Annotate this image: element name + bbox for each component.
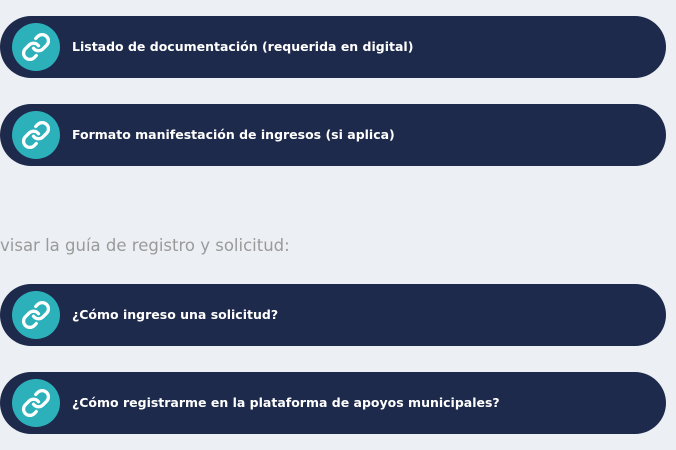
link-icon [12, 291, 60, 339]
link-label: ¿Cómo registrarme en la plataforma de ap… [72, 395, 500, 410]
link-como-registrarme[interactable]: ¿Cómo registrarme en la plataforma de ap… [0, 372, 666, 434]
link-listado-documentacion[interactable]: Listado de documentación (requerida en d… [0, 16, 666, 78]
link-label: Listado de documentación (requerida en d… [72, 39, 414, 54]
link-label: Formato manifestación de ingresos (si ap… [72, 127, 395, 142]
link-icon [12, 111, 60, 159]
link-icon [12, 379, 60, 427]
link-icon [12, 23, 60, 71]
link-label: ¿Cómo ingreso una solicitud? [72, 307, 279, 322]
link-como-ingreso-solicitud[interactable]: ¿Cómo ingreso una solicitud? [0, 284, 666, 346]
guide-intro-text: visar la guía de registro y solicitud: [0, 236, 290, 255]
link-formato-manifestacion[interactable]: Formato manifestación de ingresos (si ap… [0, 104, 666, 166]
